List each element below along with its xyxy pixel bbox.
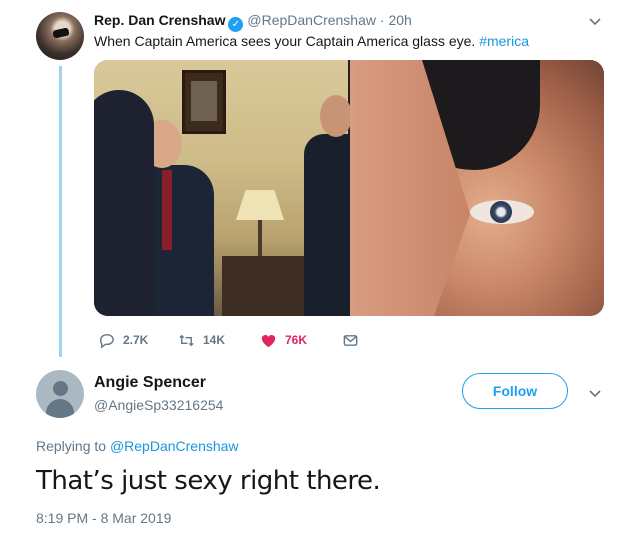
default-avatar-body	[46, 399, 74, 418]
chevron-down-icon[interactable]	[588, 14, 602, 28]
wall-frame	[182, 70, 226, 134]
media-photo-left[interactable]	[94, 60, 354, 316]
person-right-head	[320, 95, 352, 137]
retweet-count: 14K	[203, 333, 226, 347]
tweet-text: When Captain America sees your Captain A…	[94, 33, 529, 49]
default-avatar-head	[53, 381, 68, 396]
reply-avatar[interactable]	[36, 370, 84, 418]
thread-connector	[59, 66, 62, 362]
tweet-actions: 2.7K 14K 76K	[94, 330, 394, 350]
verified-icon: ✓	[228, 17, 244, 32]
author-avatar[interactable]	[36, 12, 84, 60]
like-action[interactable]: 76K	[260, 330, 307, 350]
author-handle[interactable]: @RepDanCrenshaw	[247, 12, 376, 28]
follow-button[interactable]: Follow	[462, 373, 568, 409]
reply-author-name[interactable]: Angie Spencer	[94, 374, 206, 392]
author-name[interactable]: Rep. Dan Crenshaw	[94, 12, 225, 28]
tweet-header: Rep. Dan Crenshaw ✓ @RepDanCrenshaw · 20h	[94, 12, 412, 32]
message-action[interactable]	[342, 330, 359, 350]
separator-dot: ·	[379, 12, 385, 28]
heart-icon	[261, 334, 276, 347]
reply-author-handle[interactable]: @AngieSp33216254	[94, 397, 223, 413]
eye-patch-detail	[52, 27, 70, 39]
like-count: 76K	[285, 333, 308, 347]
retweet-action[interactable]: 14K	[178, 330, 225, 350]
chevron-down-icon[interactable]	[588, 386, 602, 400]
person-right-body	[304, 134, 354, 316]
tweet-time[interactable]: 20h	[388, 12, 411, 28]
replying-to: Replying to @RepDanCrenshaw	[36, 438, 239, 454]
glass-eye-iris	[490, 201, 512, 223]
retweet-icon	[179, 334, 194, 346]
tie	[162, 170, 172, 250]
hashtag-link[interactable]: #merica	[479, 33, 529, 49]
tweet-body: When Captain America sees your Captain A…	[94, 33, 480, 49]
lamp-shade	[236, 190, 284, 220]
reply-count: 2.7K	[123, 333, 149, 347]
replying-mention[interactable]: @RepDanCrenshaw	[110, 438, 239, 454]
tweet-media[interactable]	[94, 60, 604, 316]
reply-icon	[99, 333, 114, 349]
replying-prefix: Replying to	[36, 438, 110, 454]
person-left-body	[94, 90, 154, 316]
lamp-base	[258, 220, 262, 260]
reply-action[interactable]: 2.7K	[98, 330, 148, 350]
message-icon	[343, 334, 358, 346]
reply-timestamp[interactable]: 8:19 PM - 8 Mar 2019	[36, 510, 171, 526]
media-photo-right[interactable]	[350, 60, 604, 316]
side-table	[222, 256, 314, 316]
reply-text: That’s just sexy right there.	[36, 466, 381, 496]
